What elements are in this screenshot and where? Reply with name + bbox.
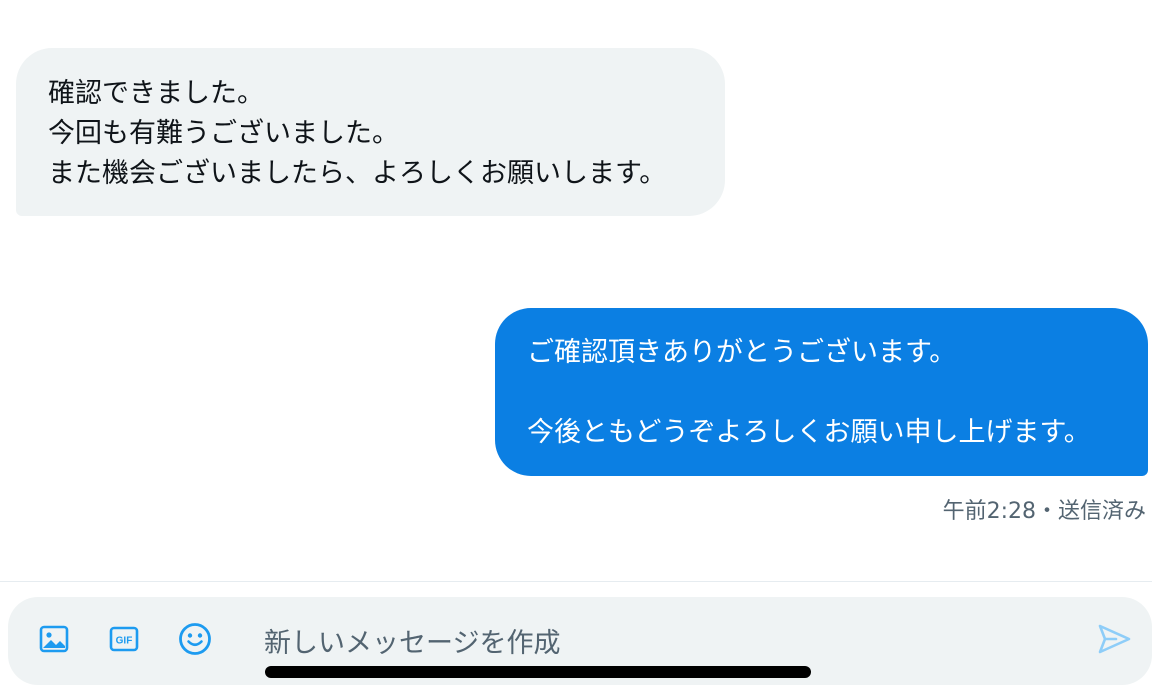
outgoing-message-line: 今後ともどうぞよろしくお願い申し上げます。 bbox=[527, 417, 1091, 448]
incoming-message-bubble[interactable]: 確認できました。 今回も有難うございました。 また機会ございましたら、よろしくお… bbox=[16, 48, 725, 216]
incoming-message-line: 今回も有難うございました。 bbox=[48, 118, 399, 149]
dm-conversation: 確認できました。 今回も有難うございました。 また機会ございましたら、よろしくお… bbox=[0, 0, 1152, 693]
send-icon[interactable] bbox=[1096, 621, 1132, 657]
image-icon[interactable] bbox=[36, 621, 72, 657]
emoji-icon[interactable] bbox=[177, 621, 213, 657]
outgoing-message-bubble[interactable]: ご確認頂きありがとうございます。 今後ともどうぞよろしくお願い申し上げます。 bbox=[495, 308, 1148, 476]
message-timestamp-status: 午前2:28・送信済み bbox=[942, 499, 1146, 524]
outgoing-message-line: ご確認頂きありがとうございます。 bbox=[527, 337, 957, 368]
incoming-message-line: また機会ございましたら、よろしくお願いします。 bbox=[48, 158, 667, 189]
message-input[interactable]: 新しいメッセージを作成 bbox=[264, 621, 560, 660]
svg-text:GIF: GIF bbox=[116, 636, 133, 647]
incoming-message-line: 確認できました。 bbox=[48, 78, 264, 109]
home-indicator[interactable] bbox=[265, 666, 811, 678]
composer-divider bbox=[0, 581, 1152, 582]
outgoing-message-line bbox=[527, 373, 1116, 413]
gif-icon[interactable]: GIF bbox=[106, 621, 142, 657]
